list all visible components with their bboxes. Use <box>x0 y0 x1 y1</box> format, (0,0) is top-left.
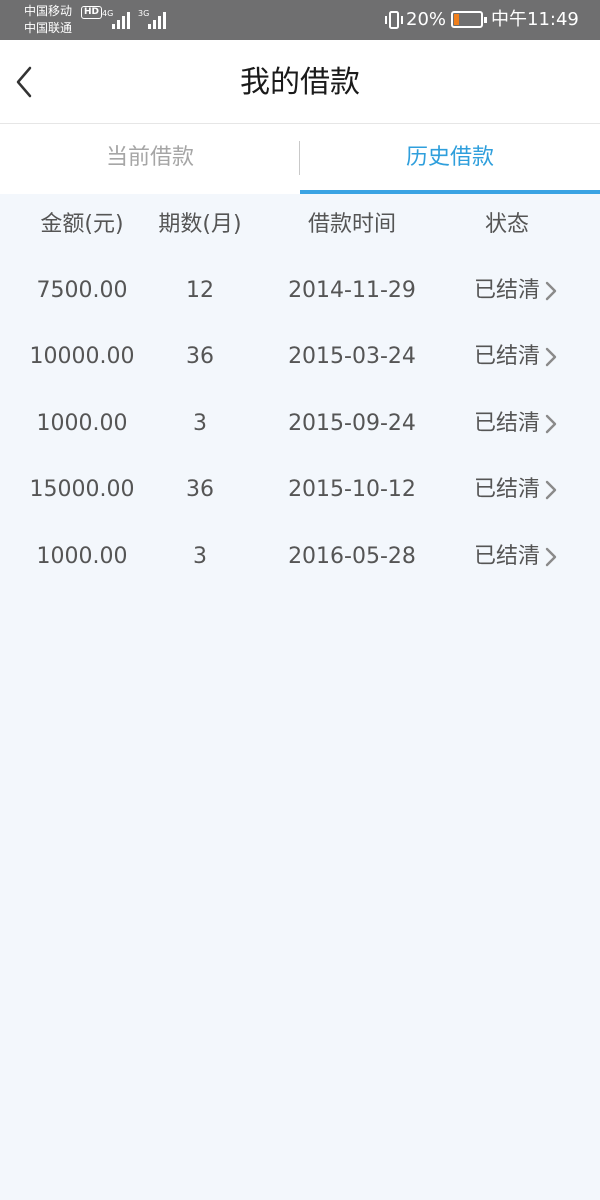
carrier-names: 中国移动 中国联通 <box>24 3 72 37</box>
battery-icon <box>451 11 487 28</box>
column-header-status: 状态 <box>484 212 529 237</box>
carrier-2: 中国联通 <box>24 21 73 35</box>
loan-amount: 7500.00 <box>36 278 128 303</box>
hd-badge: HD <box>81 6 103 19</box>
vibrate-icon <box>385 11 403 29</box>
table-row[interactable]: 1000.00 3 2016-05-28 已结清 <box>0 524 600 590</box>
loan-date: 2016-05-28 <box>288 544 416 569</box>
loan-history-table: 金额(元) 期数(月) 借款时间 状态 7500.00 12 2014-11-2… <box>0 194 600 1200</box>
loan-amount: 1000.00 <box>36 411 128 436</box>
table-row[interactable]: 15000.00 36 2015-10-12 已结清 <box>0 457 600 523</box>
app-header: 我的借款 <box>0 40 600 124</box>
chevron-right-icon <box>545 480 557 500</box>
battery-percent: 20% <box>406 9 447 30</box>
loan-months: 36 <box>186 344 214 369</box>
loan-months: 3 <box>193 544 207 569</box>
chevron-right-icon <box>545 347 557 367</box>
loan-date: 2015-03-24 <box>288 344 416 369</box>
tab-current-loans[interactable]: 当前借款 <box>0 124 300 194</box>
chevron-right-icon <box>545 281 557 301</box>
loan-months: 12 <box>186 278 214 303</box>
loan-months: 36 <box>186 477 214 502</box>
table-header: 金额(元) 期数(月) 借款时间 状态 <box>0 194 600 256</box>
tab-history-loans[interactable]: 历史借款 <box>300 124 600 194</box>
tab-bar: 当前借款 历史借款 <box>0 124 600 194</box>
loan-date: 2015-10-12 <box>288 477 416 502</box>
battery-fill <box>454 14 459 25</box>
page-title: 我的借款 <box>240 65 360 100</box>
loan-months: 3 <box>193 411 207 436</box>
loan-amount: 15000.00 <box>29 477 135 502</box>
column-header-amount: 金额(元) <box>40 212 124 237</box>
carrier-1: 中国移动 <box>24 4 73 18</box>
table-row[interactable]: 10000.00 36 2015-03-24 已结清 <box>0 324 600 390</box>
table-row[interactable]: 7500.00 12 2014-11-29 已结清 <box>0 258 600 324</box>
table-row[interactable]: 1000.00 3 2015-09-24 已结清 <box>0 391 600 457</box>
column-header-date: 借款时间 <box>307 212 396 237</box>
loan-amount: 1000.00 <box>36 544 128 569</box>
loan-date: 2014-11-29 <box>288 278 416 303</box>
chevron-right-icon <box>545 547 557 567</box>
clock: 中午11:49 <box>491 9 579 30</box>
chevron-right-icon <box>545 414 557 434</box>
column-header-months: 期数(月) <box>158 212 242 237</box>
loan-date: 2015-09-24 <box>288 411 416 436</box>
status-bar: 中国移动 中国联通 HD 4G 3G 20% 中午11:49 <box>0 0 600 40</box>
loan-amount: 10000.00 <box>29 344 135 369</box>
